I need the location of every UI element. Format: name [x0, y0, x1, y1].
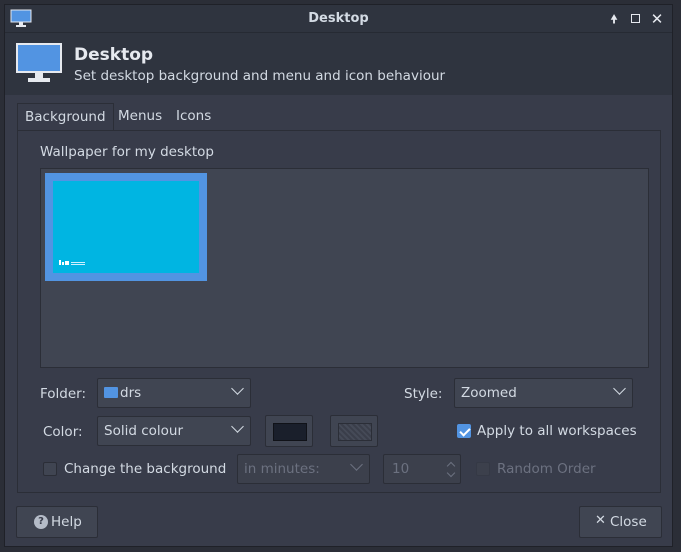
secondary-color-swatch	[338, 423, 372, 441]
color-mode-dropdown[interactable]: Solid colour	[97, 416, 251, 446]
chevron-down-icon	[613, 382, 626, 395]
style-dropdown[interactable]: Zoomed	[454, 378, 633, 408]
primary-color-swatch	[273, 423, 307, 441]
settings-window: Desktop 🠝 ✕ Desktop Set desktop backgrou…	[4, 4, 673, 547]
logo-icon	[59, 260, 85, 265]
close-icon: ✕	[650, 10, 664, 28]
wallpaper-thumbnail[interactable]	[45, 173, 207, 281]
close-window-button[interactable]: ✕	[648, 10, 666, 28]
titlebar[interactable]: Desktop 🠝 ✕	[5, 5, 672, 33]
header-banner: Desktop Set desktop background and menu …	[5, 33, 672, 95]
folder-icon	[104, 387, 118, 398]
keep-above-button[interactable]: 🠝	[605, 10, 623, 28]
folder-dropdown[interactable]: drs	[97, 378, 251, 408]
style-value: Zoomed	[461, 385, 517, 401]
folder-value: drs	[120, 385, 142, 401]
chevron-down-icon	[231, 382, 244, 395]
arrow-up-icon: 🠝	[610, 12, 618, 26]
interval-number: 10	[392, 461, 410, 477]
page-subtitle: Set desktop background and menu and icon…	[74, 68, 446, 84]
color-label: Color:	[43, 424, 83, 440]
tab-menus[interactable]: Menus	[111, 103, 169, 131]
help-label: Help	[51, 514, 82, 530]
page-title: Desktop	[74, 45, 154, 65]
chevron-down-icon	[231, 420, 244, 433]
primary-color-button[interactable]	[265, 415, 313, 447]
random-order-label[interactable]: Random Order	[497, 461, 596, 477]
wallpaper-list[interactable]	[40, 168, 649, 368]
wallpaper-preview	[53, 181, 199, 273]
color-mode-value: Solid colour	[104, 423, 183, 439]
close-icon: ✕	[595, 513, 606, 528]
maximize-icon	[630, 14, 640, 23]
interval-dropdown[interactable]: in minutes:	[237, 454, 370, 484]
interval-value: in minutes:	[244, 461, 320, 477]
chevron-down-icon[interactable]	[446, 468, 456, 478]
style-label: Style:	[404, 386, 443, 402]
window-title: Desktop	[308, 11, 369, 26]
apply-all-label[interactable]: Apply to all workspaces	[477, 423, 637, 439]
monitor-icon	[16, 43, 62, 82]
secondary-color-button[interactable]	[330, 415, 378, 447]
wallpaper-label: Wallpaper for my desktop	[40, 144, 214, 160]
folder-label: Folder:	[40, 386, 87, 402]
close-label: Close	[610, 514, 647, 530]
close-button[interactable]: ✕ Close	[579, 506, 662, 538]
help-button[interactable]: ? Help	[16, 506, 98, 538]
change-background-checkbox[interactable]	[43, 462, 57, 476]
interval-spinner[interactable]: 10	[383, 454, 461, 484]
tab-background[interactable]: Background	[17, 103, 114, 132]
change-background-label[interactable]: Change the background	[64, 461, 226, 477]
tab-icons[interactable]: Icons	[169, 103, 218, 131]
help-icon: ?	[34, 515, 48, 529]
background-panel: Wallpaper for my desktop Folder: drs Sty…	[17, 130, 661, 493]
apply-all-checkbox[interactable]	[457, 424, 471, 438]
random-order-checkbox[interactable]	[476, 462, 490, 476]
chevron-down-icon	[350, 458, 363, 471]
maximize-button[interactable]	[626, 10, 644, 28]
